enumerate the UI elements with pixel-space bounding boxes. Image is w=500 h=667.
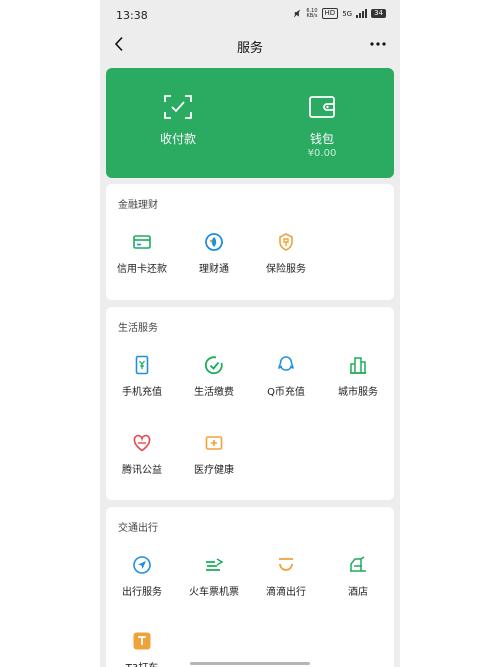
navigation-bar: 服务 — [100, 30, 400, 60]
service-hotel[interactable]: 酒店 — [322, 555, 394, 615]
train-plane-icon — [206, 558, 224, 571]
section-life-services: 生活服务 手机充值 生活缴费 Q币充值 城市服务 腾讯公益 医疗健康 — [106, 307, 394, 500]
medical-icon — [205, 436, 223, 450]
phone-screen: 13:38 6.10 KB/s HD 5G 34 服务 收付款 钱包 ¥0.00… — [100, 0, 400, 667]
service-label: 保险服务 — [266, 264, 306, 275]
status-bar: 13:38 6.10 KB/s HD 5G 34 — [100, 0, 400, 30]
service-label: 滴滴出行 — [266, 587, 306, 598]
signal-bars-icon — [356, 9, 368, 18]
wallet-balance: ¥0.00 — [307, 148, 337, 159]
service-utility-bill[interactable]: 生活缴费 — [178, 355, 250, 415]
section-finance: 金融理财 信用卡还款 理财通 保险服务 — [106, 184, 394, 300]
phone-topup-icon — [135, 355, 149, 375]
service-label: 生活缴费 — [194, 387, 234, 398]
hd-badge: HD — [321, 8, 339, 19]
service-city[interactable]: 城市服务 — [322, 355, 394, 415]
service-label: 火车票机票 — [189, 587, 239, 598]
service-train-plane[interactable]: 火车票机票 — [178, 555, 250, 615]
service-label: 信用卡还款 — [117, 264, 167, 275]
service-travel[interactable]: 出行服务 — [106, 555, 178, 615]
service-label: 手机充值 — [122, 387, 162, 398]
wealth-icon — [205, 233, 223, 251]
service-label: 出行服务 — [122, 587, 162, 598]
wallet-button[interactable]: 钱包 ¥0.00 — [250, 68, 394, 178]
t3-taxi-icon — [133, 632, 151, 650]
didi-icon — [279, 558, 293, 571]
service-insurance[interactable]: 保险服务 — [250, 232, 322, 292]
service-t3-taxi[interactable]: T3打车 — [106, 631, 178, 667]
insurance-icon — [279, 233, 293, 251]
net-speed: 6.10 KB/s — [306, 7, 318, 19]
more-options-icon[interactable] — [368, 34, 388, 54]
pay-receive-button[interactable]: 收付款 — [106, 68, 250, 178]
section-title: 金融理财 — [118, 200, 158, 211]
service-credit-card-repay[interactable]: 信用卡还款 — [106, 232, 178, 292]
city-service-icon — [350, 357, 366, 374]
service-label: 酒店 — [348, 587, 368, 598]
credit-card-icon — [133, 235, 151, 249]
service-wealth[interactable]: 理财通 — [178, 232, 250, 292]
wallet-card: 收付款 钱包 ¥0.00 — [106, 68, 394, 178]
section-transport: 交通出行 出行服务 火车票机票 滴滴出行 酒店 — [106, 507, 394, 667]
pay-receive-label: 收付款 — [159, 132, 196, 146]
signal-label: 5G — [342, 9, 353, 18]
scan-pay-icon — [164, 95, 192, 119]
service-label: 理财通 — [199, 264, 229, 275]
navigation-icon — [133, 556, 151, 574]
service-charity[interactable]: 腾讯公益 — [106, 433, 178, 493]
wallet-icon — [309, 96, 335, 118]
service-label: Q币充值 — [267, 387, 305, 398]
status-time: 13:38 — [116, 9, 148, 22]
service-didi[interactable]: 滴滴出行 — [250, 555, 322, 615]
section-title: 交通出行 — [118, 523, 158, 534]
battery-indicator: 34 — [371, 9, 386, 18]
mute-icon — [294, 10, 301, 17]
system-indicators: 6.10 KB/s HD 5G 34 — [293, 8, 386, 19]
service-phone-topup[interactable]: 手机充值 — [106, 355, 178, 415]
section-title: 生活服务 — [118, 323, 158, 334]
hotel-icon — [350, 556, 366, 572]
page-title: 服务 — [236, 41, 263, 56]
service-medical[interactable]: 医疗健康 — [178, 433, 250, 493]
charity-heart-icon — [133, 434, 151, 452]
service-label: T3打车 — [106, 659, 178, 667]
utility-bill-icon — [204, 356, 223, 375]
service-qq-coin[interactable]: Q币充值 — [250, 355, 322, 415]
home-indicator[interactable] — [190, 662, 310, 665]
service-label: 腾讯公益 — [122, 465, 162, 476]
service-label: 医疗健康 — [194, 465, 234, 476]
wallet-label: 钱包 — [309, 132, 334, 146]
service-label: 城市服务 — [338, 387, 378, 398]
qq-coin-icon — [278, 356, 294, 371]
